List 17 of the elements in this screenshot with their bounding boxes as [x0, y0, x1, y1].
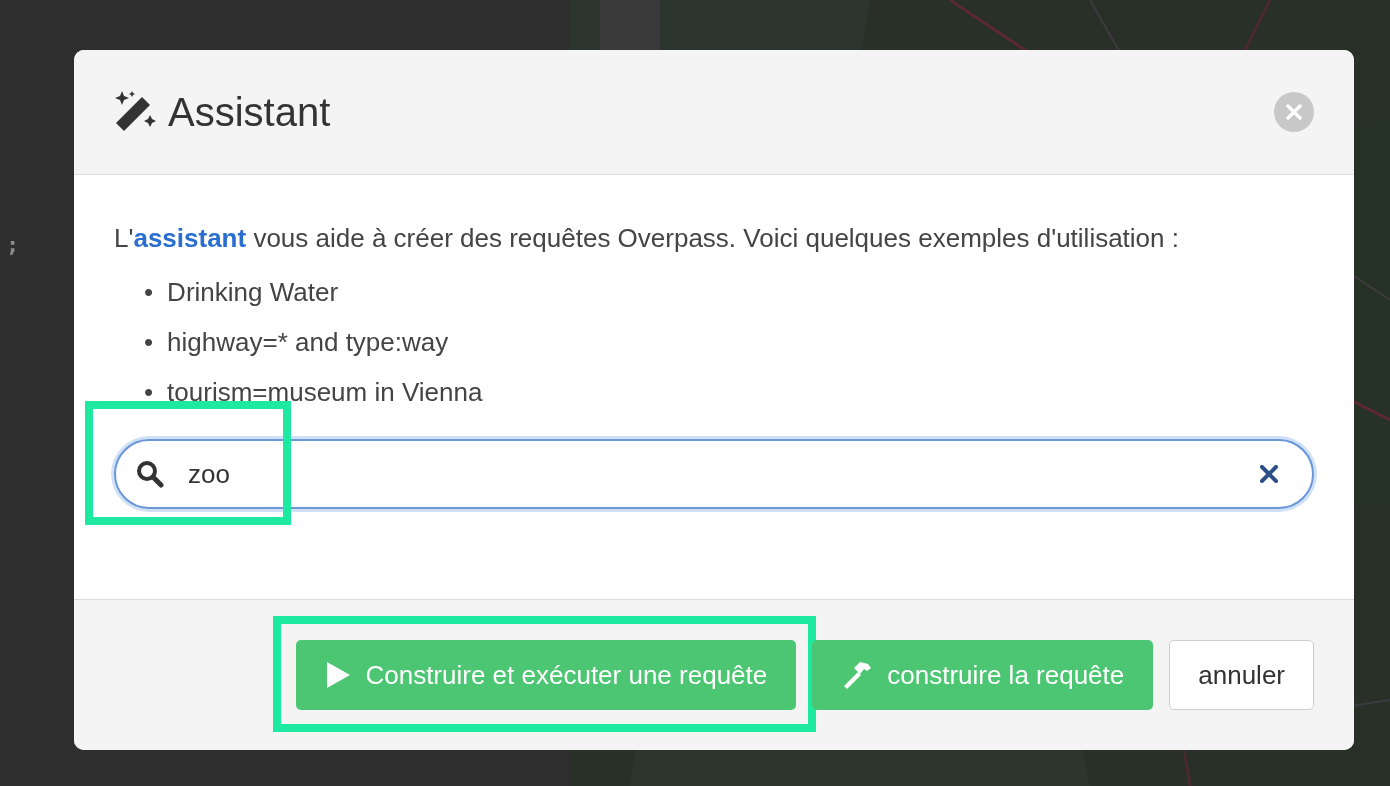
bullet: • — [144, 276, 154, 309]
example-item: highway=* and type:way — [167, 326, 449, 359]
search-field[interactable]: zoo — [114, 439, 1314, 509]
play-icon — [325, 661, 352, 689]
magic-wand-icon — [114, 91, 158, 133]
example-item: tourism=museum in Vienna — [167, 376, 483, 409]
intro-text: L'assistant vous aide à créer des requêtes Overpass. Voici quelques exemples d'utilisation : — [114, 222, 1180, 255]
bullet: • — [144, 376, 154, 409]
code-text: ; — [6, 232, 20, 257]
assistant-link[interactable]: assistant — [133, 223, 247, 253]
close-icon — [1286, 104, 1302, 120]
search-icon — [136, 460, 164, 488]
example-item: Drinking Water — [167, 276, 339, 309]
cancel-button[interactable]: annuler — [1169, 640, 1314, 710]
clear-icon[interactable] — [1260, 465, 1278, 483]
bullet: • — [144, 326, 154, 359]
dialog-title: Assistant — [168, 89, 332, 135]
